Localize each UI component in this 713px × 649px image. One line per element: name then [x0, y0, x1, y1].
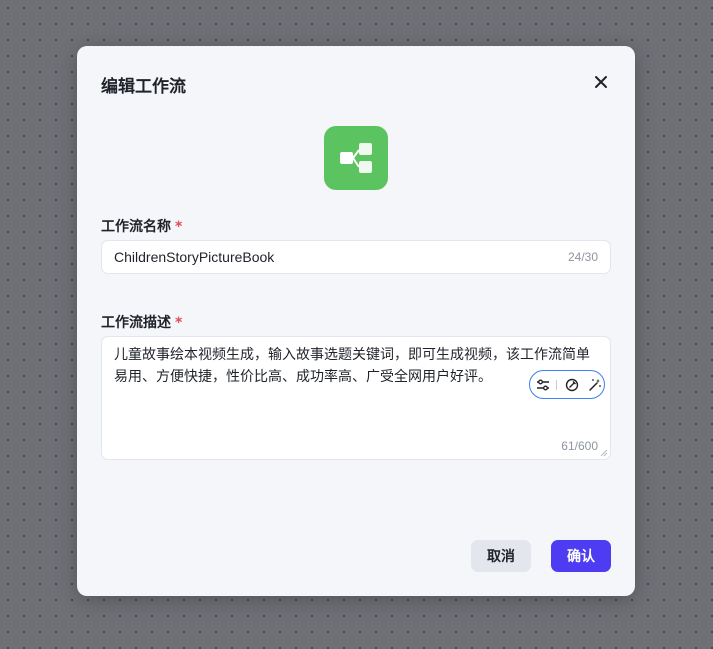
magic-wand-icon	[589, 378, 602, 391]
adjust-icon	[536, 379, 549, 390]
ai-assist-toolbar	[529, 370, 605, 399]
edit-workflow-dialog: 编辑工作流 工作流名称 * ChildrenStoryPictureBook 24…	[77, 46, 635, 596]
required-mark: *	[175, 219, 183, 235]
required-mark: *	[175, 315, 183, 331]
cancel-button[interactable]: 取消	[471, 540, 531, 572]
name-label: 工作流名称 *	[101, 216, 182, 236]
workflow-description-textarea[interactable]: 儿童故事绘本视频生成，输入故事选题关键词，即可生成视频，该工作流简单易用、方便快…	[101, 336, 611, 460]
close-button[interactable]	[591, 72, 611, 92]
name-char-counter: 24/30	[567, 250, 598, 264]
workflow-icon[interactable]	[324, 126, 388, 190]
confirm-button[interactable]: 确认	[551, 540, 611, 572]
toolbar-divider	[556, 379, 558, 390]
workflow-glyph-icon	[340, 143, 372, 173]
no-edit-button[interactable]	[563, 376, 580, 394]
magic-wand-button[interactable]	[587, 376, 604, 394]
adjust-button[interactable]	[534, 376, 551, 394]
dialog-title: 编辑工作流	[101, 77, 186, 97]
description-label: 工作流描述 *	[101, 312, 182, 332]
description-label-text: 工作流描述	[101, 315, 171, 331]
close-icon	[595, 76, 607, 88]
description-char-counter: 61/600	[561, 439, 598, 453]
resize-handle-icon[interactable]	[600, 449, 608, 457]
workflow-name-value: ChildrenStoryPictureBook	[114, 249, 275, 265]
workflow-name-input[interactable]: ChildrenStoryPictureBook 24/30	[101, 240, 611, 274]
name-label-text: 工作流名称	[101, 219, 171, 235]
no-edit-icon	[565, 378, 579, 391]
